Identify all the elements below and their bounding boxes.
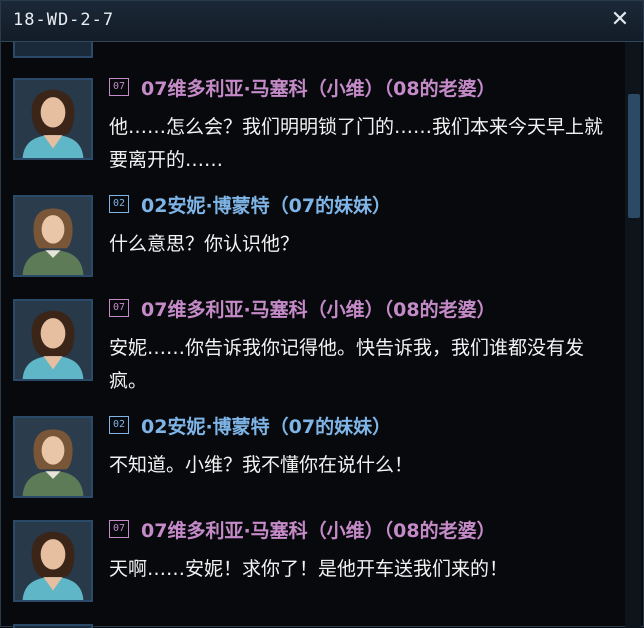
portrait-annie — [13, 195, 93, 277]
close-icon[interactable]: ✕ — [607, 6, 633, 34]
dialog-text: 什么意思？你认识他？ — [109, 233, 300, 255]
portrait-victoria — [13, 299, 93, 381]
speaker-name: 02安妮·博蒙特（07的妹妹） — [141, 416, 392, 438]
victoria-portrait-image — [15, 80, 91, 158]
dialog-log-window: 18-WD-2-7 ✕ 07 07维多利亚·马塞科（小维）（08的老婆） 他……… — [0, 0, 644, 628]
dialog-text: 安妮……你告诉我你记得他。快告诉我，我们谁都没有发疯。 — [109, 337, 585, 392]
entry-badge: 02 — [109, 195, 129, 213]
dialog-text: 不知道。小维？我不懂你在说什么！ — [109, 454, 414, 476]
dialog-text: 天啊……安妮！求你了！是他开车送我们来的！ — [109, 558, 509, 580]
entry-badge: 07 — [109, 520, 129, 538]
victoria-portrait-image — [15, 301, 91, 379]
portrait-partial — [13, 42, 93, 58]
portrait-annie — [13, 416, 93, 498]
speaker-name: 07维多利亚·马塞科（小维）（08的老婆） — [141, 78, 496, 100]
entry-badge: 02 — [109, 416, 129, 434]
dialog-log[interactable]: 07 07维多利亚·马塞科（小维）（08的老婆） 他……怎么会？我们明明锁了门的… — [1, 42, 623, 628]
scrollbar-thumb[interactable] — [628, 94, 640, 218]
scrollbar[interactable] — [625, 42, 641, 628]
speaker-name: 07维多利亚·马塞科（小维）（08的老婆） — [141, 299, 496, 321]
victoria-portrait-image — [15, 522, 91, 600]
speaker-name: 02安妮·博蒙特（07的妹妹） — [141, 195, 392, 217]
portrait-partial — [13, 624, 93, 628]
portrait-victoria — [13, 78, 93, 160]
annie-portrait-image — [15, 197, 91, 275]
annie-portrait-image — [15, 418, 91, 496]
entry-badge: 07 — [109, 299, 129, 317]
title-bar: 18-WD-2-7 ✕ — [1, 1, 643, 42]
entry-badge: 07 — [109, 78, 129, 96]
window-title: 18-WD-2-7 — [13, 10, 115, 30]
portrait-victoria — [13, 520, 93, 602]
dialog-text: 他……怎么会？我们明明锁了门的……我们本来今天早上就要离开的…… — [109, 116, 604, 171]
speaker-name: 07维多利亚·马塞科（小维）（08的老婆） — [141, 520, 496, 542]
